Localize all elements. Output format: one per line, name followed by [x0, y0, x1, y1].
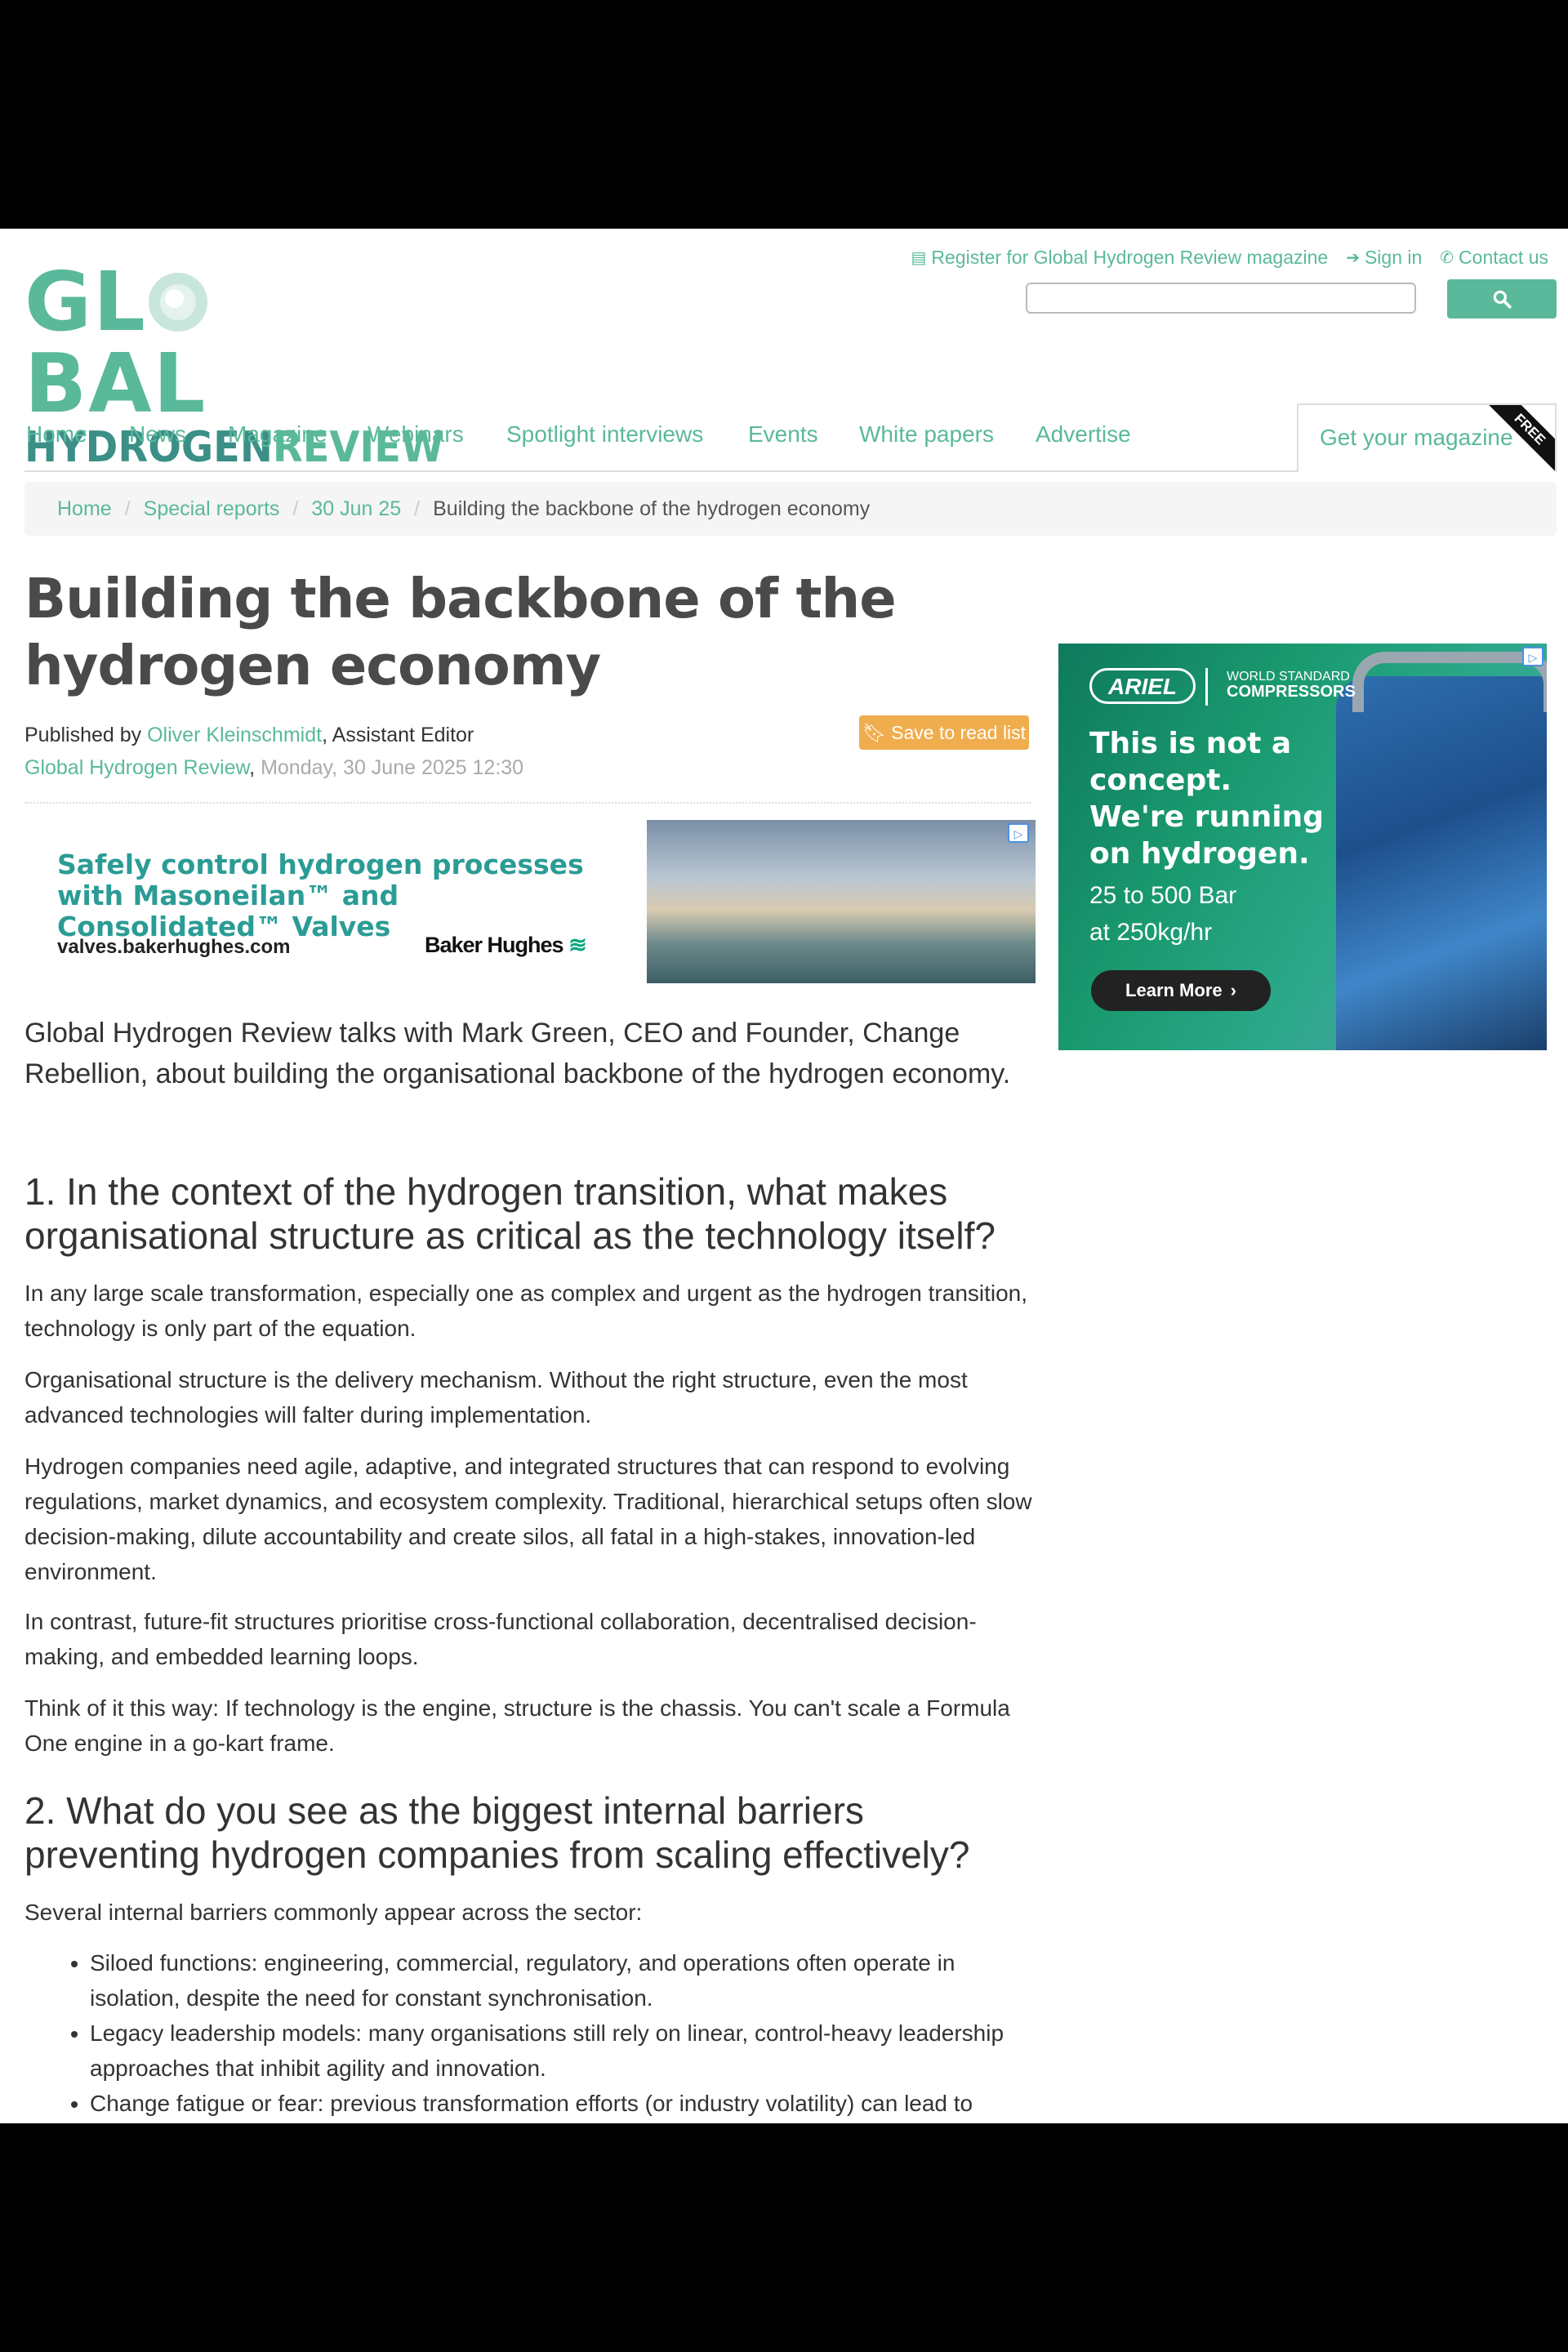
nav-magazine[interactable]: Magazine [228, 421, 327, 448]
get-magazine-label: Get your magazine [1320, 425, 1513, 450]
nav-home[interactable]: Home [26, 421, 87, 448]
article-meta: Published by Oliver Kleinschmidt, Assist… [24, 724, 524, 779]
article-date: Monday, 30 June 2025 12:30 [261, 756, 524, 779]
nav-white-papers[interactable]: White papers [859, 421, 994, 448]
top-links: ▤ Register for Global Hydrogen Review mag… [911, 247, 1548, 269]
bookmark-icon: 🔖︎ [862, 721, 887, 743]
q2-bullet-list: Siloed functions: engineering, commercia… [24, 1945, 1037, 2121]
search-button[interactable] [1447, 279, 1557, 318]
learn-more-button[interactable]: Learn More › [1091, 970, 1271, 1011]
breadcrumb-date[interactable]: 30 Jun 25 [311, 497, 401, 521]
side-ad-subtext: 25 to 500 Bar at 250kg/hr [1089, 882, 1237, 946]
baker-hughes-logo-icon: ≋ [568, 933, 587, 957]
page: GLBAL HYDROGENREVIEW ▤ Register for Globa… [0, 229, 1568, 2123]
article-title: Building the backbone of the hydrogen ec… [24, 567, 897, 697]
adchoice-icon[interactable]: ▷ [1522, 647, 1544, 666]
compressor-pipe-image [1352, 652, 1547, 712]
site-logo[interactable]: GLBAL HYDROGENREVIEW [24, 261, 444, 471]
main-nav: Home News Magazine Webinars Spotlight in… [24, 403, 1557, 472]
compressor-image [1336, 676, 1547, 1050]
nav-events[interactable]: Events [748, 421, 818, 448]
nav-news[interactable]: News [129, 421, 186, 448]
side-ad-headline: This is not a concept. We're running on … [1089, 727, 1324, 871]
author-role: , Assistant Editor [322, 724, 474, 746]
q1-paragraph: Hydrogen companies need agile, adaptive,… [24, 1454, 1032, 1584]
newspaper-icon: ▤ [911, 249, 927, 267]
adchoice-icon[interactable]: ▷ [1008, 823, 1029, 843]
list-item: Change fatigue or fear: previous transfo… [90, 2086, 1037, 2121]
phone-icon: ✆ [1440, 249, 1454, 267]
search-input[interactable] [1026, 283, 1416, 314]
question-1-heading: 1. In the context of the hydrogen transi… [24, 1170, 996, 1257]
breadcrumb-home[interactable]: Home [57, 497, 112, 521]
breadcrumb-current: Building the backbone of the hydrogen ec… [433, 497, 871, 520]
logo-divider [1205, 668, 1208, 706]
logo-globe-icon [148, 273, 207, 332]
save-button-label: Save to read list [891, 721, 1027, 743]
list-item: Legacy leadership models: many organisat… [90, 2016, 1037, 2086]
get-magazine-tab[interactable]: Get your magazine FREE [1297, 403, 1557, 472]
side-ad-tagline: WORLD STANDARD COMPRESSORS [1227, 670, 1356, 701]
signin-link[interactable]: ➔ Sign in [1346, 247, 1422, 269]
breadcrumb-separator: / [124, 497, 131, 520]
nav-webinars[interactable]: Webinars [368, 421, 464, 448]
breadcrumb-special-reports[interactable]: Special reports [144, 497, 280, 521]
contact-link[interactable]: ✆ Contact us [1440, 247, 1548, 269]
author-link[interactable]: Oliver Kleinschmidt [147, 724, 322, 746]
banner-ad-headline: Safely control hydrogen processes with M… [57, 849, 584, 942]
question-2-heading: 2. What do you see as the biggest intern… [24, 1789, 970, 1876]
search-icon [1493, 290, 1512, 309]
meta-divider [24, 802, 1031, 804]
banner-ad[interactable]: Safely control hydrogen processes with M… [24, 820, 1036, 983]
banner-ad-url: valves.bakerhughes.com [57, 936, 291, 958]
ariel-logo: ARIEL [1089, 668, 1196, 704]
logo-global-text: GLBAL [24, 254, 207, 431]
q1-paragraph: Organisational structure is the delivery… [24, 1367, 968, 1428]
list-item: Siloed functions: engineering, commercia… [90, 1945, 1037, 2016]
q1-paragraph: In contrast, future-fit structures prior… [24, 1609, 977, 1669]
save-to-read-list-button[interactable]: 🔖︎ Save to read list [859, 715, 1029, 750]
breadcrumb-separator: / [292, 497, 299, 520]
breadcrumb-separator: / [414, 497, 421, 520]
published-by-label: Published by [24, 724, 142, 746]
banner-ad-image [647, 820, 1036, 983]
side-ad[interactable]: ARIEL WORLD STANDARD COMPRESSORS This is … [1058, 644, 1547, 1050]
nav-advertise[interactable]: Advertise [1036, 421, 1131, 448]
q2-lead: Several internal barriers commonly appea… [24, 1900, 643, 1925]
banner-ad-brand: Baker Hughes ≋ [425, 933, 587, 957]
chevron-right-icon: › [1230, 980, 1236, 1000]
sign-in-icon: ➔ [1346, 249, 1360, 267]
nav-spotlight-interviews[interactable]: Spotlight interviews [506, 421, 703, 448]
breadcrumb: Home / Special reports / 30 Jun 25 / Bui… [24, 482, 1557, 536]
q1-paragraph: Think of it this way: If technology is t… [24, 1695, 1010, 1756]
register-link[interactable]: ▤ Register for Global Hydrogen Review mag… [911, 247, 1328, 269]
q1-paragraph: In any large scale transformation, espec… [24, 1281, 1028, 1341]
publication-link[interactable]: Global Hydrogen Review [24, 756, 249, 779]
article-intro: Global Hydrogen Review talks with Mark G… [24, 1018, 1011, 1089]
